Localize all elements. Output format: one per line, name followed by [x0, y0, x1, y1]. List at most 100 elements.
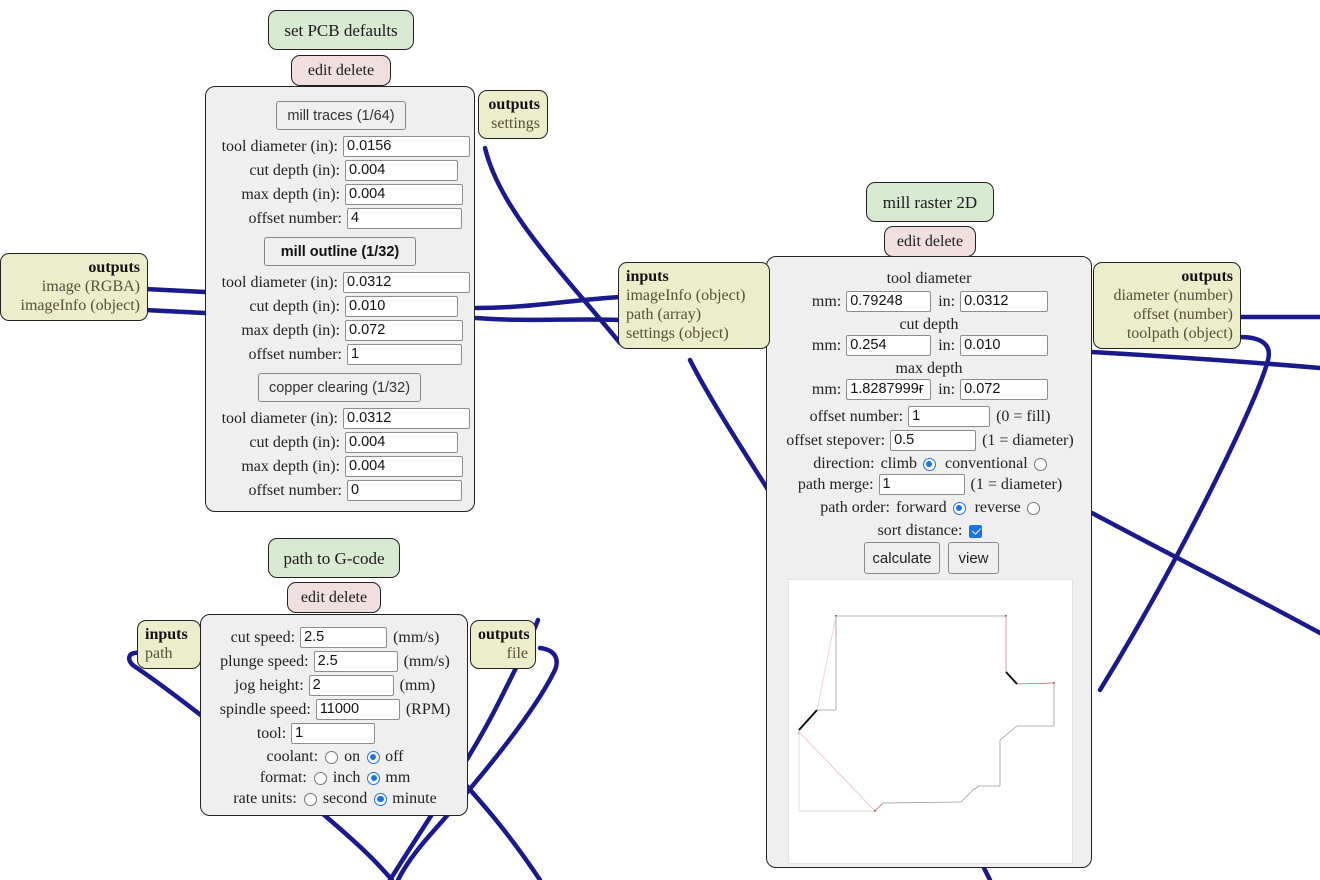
input-max-depth[interactable]: 0.004	[345, 184, 463, 205]
field-row: tool diameter (in): 0.0156	[212, 136, 470, 157]
port-item-settings: settings	[491, 115, 540, 132]
panel-set-pcb-defaults: mill traces (1/64) tool diameter (in): 0…	[205, 86, 475, 512]
field-label: cut speed:	[230, 628, 296, 646]
port-heading: inputs	[626, 268, 669, 285]
input-tool-diameter[interactable]: 0.0156	[343, 136, 470, 157]
radio-direction-climb[interactable]	[923, 457, 937, 471]
field-label: cut depth (in):	[249, 433, 340, 451]
port-item-image: image (RGBA)	[41, 278, 140, 295]
radio-direction-conventional[interactable]	[1033, 457, 1047, 471]
section-label-copper-clearing[interactable]: copper clearing (1/32)	[258, 373, 421, 402]
format-option-mm-label: mm	[385, 769, 411, 786]
input-tool-diameter-in[interactable]: 0.0312	[960, 291, 1049, 312]
input-max-depth-mm[interactable]: 1.8287999ғ	[846, 379, 932, 400]
field-label: tool diameter (in):	[221, 409, 338, 427]
toolpath-preview-canvas[interactable]	[788, 579, 1073, 864]
radio-rate-units-second[interactable]	[303, 792, 317, 806]
input-cut-depth-in[interactable]: 0.010	[960, 335, 1049, 356]
field-row-cut-speed: cut speed: 2.5 (mm/s)	[201, 627, 469, 648]
field-label: max depth (in):	[241, 185, 340, 203]
edit-delete-mill-raster-2d[interactable]: edit delete	[884, 226, 976, 257]
input-offset-stepover[interactable]: 0.5	[890, 430, 977, 451]
outputs-port-mill-raster-2d[interactable]: outputs diameter (number) offset (number…	[1093, 262, 1241, 349]
group-title-tool-diameter: tool diameter	[886, 270, 972, 287]
field-row: tool diameter (in): 0.0312	[212, 408, 470, 429]
path-order-option-reverse-label: reverse	[974, 499, 1021, 516]
radio-coolant-on[interactable]	[325, 750, 339, 764]
radio-format-mm[interactable]	[367, 771, 381, 785]
calculate-button[interactable]: calculate	[864, 542, 940, 574]
field-label: spindle speed:	[219, 700, 311, 718]
view-button[interactable]: view	[948, 542, 999, 574]
input-cut-depth[interactable]: 0.010	[345, 296, 458, 317]
input-offset-number[interactable]: 0	[347, 480, 462, 501]
radio-rate-units-minute[interactable]	[374, 792, 388, 806]
field-row: offset number: 0	[212, 480, 462, 501]
port-item-offset: offset (number)	[1133, 306, 1233, 323]
path-order-label: path order:	[820, 499, 890, 516]
outputs-port-path-to-gcode[interactable]: outputs file	[470, 620, 536, 669]
checkbox-sort-distance[interactable]	[969, 524, 983, 538]
section-label-mill-traces[interactable]: mill traces (1/64)	[276, 101, 406, 130]
edit-delete-set-pcb-defaults[interactable]: edit delete	[291, 55, 391, 86]
field-row-cut-depth: mm: 0.254 in: 0.010	[767, 335, 1093, 356]
outputs-port-set-pcb-defaults[interactable]: outputs settings	[478, 90, 548, 139]
mm-label: mm:	[811, 380, 842, 398]
port-item-file: file	[506, 645, 528, 662]
port-heading: outputs	[488, 96, 540, 113]
field-label: max depth (in):	[241, 321, 340, 339]
section-label-mill-outline[interactable]: mill outline (1/32)	[264, 237, 416, 266]
input-cut-depth-mm[interactable]: 0.254	[846, 335, 932, 356]
field-row-rate-units: rate units: second minute	[201, 790, 469, 808]
input-max-depth[interactable]: 0.072	[345, 320, 463, 341]
inputs-port-path-to-gcode[interactable]: inputs path	[137, 620, 201, 669]
field-row-coolant: coolant: on off	[201, 748, 469, 766]
direction-label: direction:	[813, 455, 875, 472]
node-title-set-pcb-defaults[interactable]: set PCB defaults	[268, 10, 414, 50]
input-plunge-speed[interactable]: 2.5	[313, 651, 398, 672]
input-offset-number[interactable]: 4	[347, 208, 462, 229]
input-spindle-speed[interactable]: 11000	[315, 699, 400, 720]
input-tool-diameter-mm[interactable]: 0.79248	[846, 291, 932, 312]
offset-number-hint: (0 = fill)	[996, 407, 1051, 425]
connection-wires	[126, 145, 1320, 880]
field-label: max depth (in):	[241, 457, 340, 475]
field-row: offset number: 4	[212, 208, 462, 229]
radio-coolant-off[interactable]	[367, 750, 381, 764]
input-offset-number[interactable]: 1	[347, 344, 462, 365]
input-max-depth-in[interactable]: 0.072	[960, 379, 1049, 400]
port-item-settings: settings (object)	[626, 325, 729, 342]
panel-path-to-gcode: cut speed: 2.5 (mm/s) plunge speed: 2.5 …	[200, 614, 468, 816]
input-tool-diameter[interactable]: 0.0312	[343, 408, 470, 429]
field-label: path merge:	[797, 475, 874, 493]
field-row: max depth (in): 0.004	[212, 184, 463, 205]
field-row-path-merge: path merge: 1 (1 = diameter)	[767, 474, 1093, 495]
input-tool[interactable]: 1	[291, 723, 376, 744]
radio-path-order-reverse[interactable]	[1026, 501, 1040, 515]
in-label: in:	[938, 336, 956, 354]
radio-path-order-forward[interactable]	[952, 501, 966, 515]
input-cut-speed[interactable]: 2.5	[300, 627, 388, 648]
input-offset-number[interactable]: 1	[908, 406, 991, 427]
port-item-path: path	[145, 645, 173, 662]
input-tool-diameter[interactable]: 0.0312	[343, 272, 470, 293]
node-title-mill-raster-2d[interactable]: mill raster 2D	[866, 182, 994, 222]
field-label: jog height:	[234, 676, 304, 694]
field-label: offset number:	[248, 209, 342, 227]
field-label: tool diameter (in):	[221, 273, 338, 291]
node-title-path-to-gcode[interactable]: path to G-code	[268, 538, 400, 578]
input-cut-depth[interactable]: 0.004	[345, 432, 458, 453]
outputs-port-image-source[interactable]: outputs image (RGBA) imageInfo (object)	[0, 253, 148, 321]
port-item-diameter: diameter (number)	[1113, 287, 1234, 304]
input-jog-height[interactable]: 2	[308, 675, 394, 696]
edit-delete-path-to-gcode[interactable]: edit delete	[287, 582, 381, 613]
field-row-tool: tool: 1	[201, 723, 431, 744]
input-path-merge[interactable]: 1	[878, 474, 965, 495]
input-cut-depth[interactable]: 0.004	[345, 160, 458, 181]
group-title-cut-depth: cut depth	[899, 316, 959, 333]
radio-format-inch[interactable]	[313, 771, 327, 785]
field-row: cut depth (in): 0.004	[212, 432, 458, 453]
coolant-option-off-label: off	[385, 748, 404, 765]
input-max-depth[interactable]: 0.004	[345, 456, 463, 477]
inputs-port-mill-raster-2d[interactable]: inputs imageInfo (object) path (array) s…	[618, 262, 770, 349]
